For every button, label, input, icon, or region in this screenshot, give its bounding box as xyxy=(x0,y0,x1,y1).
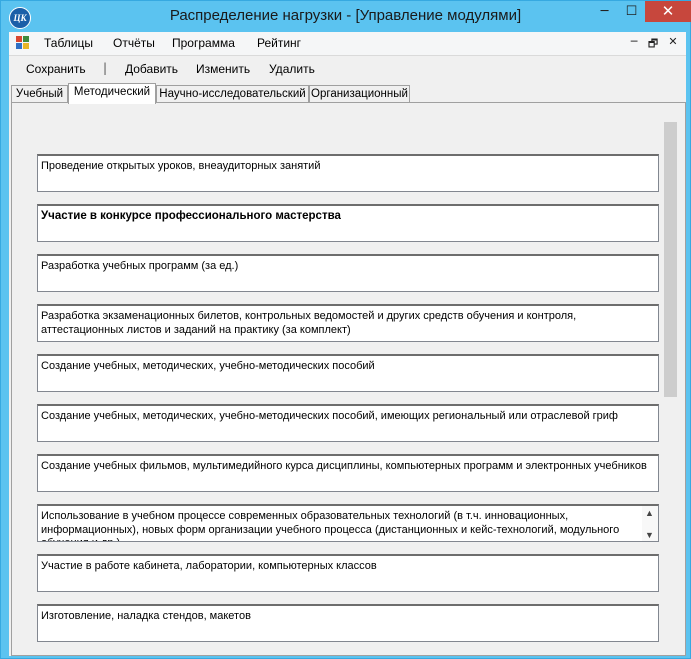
mdi-restore-button[interactable]: 🗗 xyxy=(643,35,663,54)
activity-field-scrollable[interactable]: Использование в учебном процессе совреме… xyxy=(37,504,659,542)
activity-field[interactable]: Участие в конкурсе профессионального мас… xyxy=(37,204,659,242)
close-button[interactable]: ✕ xyxy=(645,1,691,22)
delete-button[interactable]: Удалить xyxy=(269,62,315,76)
tab-organizational[interactable]: Организационный xyxy=(309,85,410,102)
tab-strip: Учебный Методический Научно-исследовател… xyxy=(11,83,686,104)
menu-item-tables[interactable]: Таблицы xyxy=(44,36,93,50)
menu-bar: Таблицы Отчёты Программа Рейтинг ─ 🗗 ✕ xyxy=(9,32,686,56)
scroll-up-icon[interactable]: ▲ xyxy=(645,507,654,521)
activity-field[interactable]: Участие в работе кабинета, лаборатории, … xyxy=(37,554,659,592)
menu-item-program[interactable]: Программа xyxy=(172,36,235,50)
menu-item-reports[interactable]: Отчёты xyxy=(113,36,155,50)
tab-panel-methodical: Проведение открытых уроков, внеаудиторны… xyxy=(11,102,686,656)
title-bar[interactable]: ЦК Распределение нагрузки - [Управление … xyxy=(1,1,691,33)
tab-methodical[interactable]: Методический xyxy=(68,83,156,104)
activity-field-text: Использование в учебном процессе совреме… xyxy=(41,510,620,541)
add-button[interactable]: Добавить xyxy=(125,62,178,76)
toolbar: Сохранить | Добавить Изменить Удалить xyxy=(9,56,686,82)
mdi-minimize-button[interactable]: ─ xyxy=(624,35,644,48)
mdi-close-button[interactable]: ✕ xyxy=(663,35,683,48)
field-scrollbar[interactable]: ▲ ▼ xyxy=(642,506,658,541)
activity-field[interactable]: Создание учебных фильмов, мультимедийног… xyxy=(37,454,659,492)
minimize-button[interactable]: ─ xyxy=(591,1,618,22)
activity-field[interactable]: Создание учебных, методических, учебно-м… xyxy=(37,354,659,392)
tab-educational[interactable]: Учебный xyxy=(11,85,68,102)
scroll-down-icon[interactable]: ▼ xyxy=(645,529,654,541)
maximize-button[interactable]: ☐ xyxy=(618,1,645,22)
scrollbar-thumb[interactable] xyxy=(664,122,677,397)
tab-research[interactable]: Научно-исследовательский xyxy=(156,85,309,102)
activity-field[interactable]: Разработка экзаменационных билетов, конт… xyxy=(37,304,659,342)
activity-field[interactable]: Изготовление, наладка стендов, макетов xyxy=(37,604,659,642)
mdi-child-icon[interactable] xyxy=(16,36,30,50)
activity-field[interactable]: Проведение открытых уроков, внеаудиторны… xyxy=(37,154,659,192)
window-title: Распределение нагрузки - [Управление мод… xyxy=(169,7,522,24)
toolbar-separator: | xyxy=(103,61,108,75)
panel-scrollbar[interactable] xyxy=(662,113,679,653)
save-button[interactable]: Сохранить xyxy=(26,62,86,76)
app-window: ЦК Распределение нагрузки - [Управление … xyxy=(0,0,691,659)
edit-button[interactable]: Изменить xyxy=(196,62,250,76)
activity-field[interactable]: Разработка учебных программ (за ед.) xyxy=(37,254,659,292)
client-area: Таблицы Отчёты Программа Рейтинг ─ 🗗 ✕ С… xyxy=(9,32,686,656)
menu-item-rating[interactable]: Рейтинг xyxy=(257,36,301,50)
activity-field[interactable]: Создание учебных, методических, учебно-м… xyxy=(37,404,659,442)
